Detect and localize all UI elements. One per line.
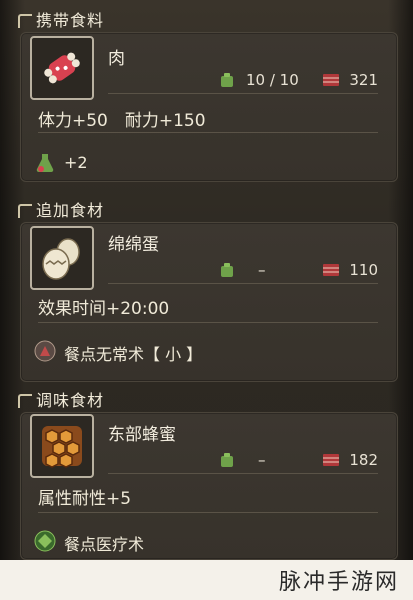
effect-divider [38,322,378,323]
bag-icon [221,453,233,467]
skill-text: 餐点无常术【 小 】 [64,345,203,364]
item-name: 绵绵蛋 [108,235,159,255]
carry-quantity: – [258,451,266,469]
effect-text: 体力+50 耐力+150 [38,111,206,131]
watermark-text: 脉冲手游网 [278,570,399,595]
stat-underline [108,473,378,474]
section-seasoning: 调味食材 东部蜂蜜 – 182 属性耐性+5 餐点医疗术 [14,388,398,560]
section-title: 携带食料 [14,8,398,34]
green-flask-icon [36,154,54,173]
storage-count: 182 [349,451,378,469]
effect-divider [38,512,378,513]
watermark-bar: 脉冲手游网 [0,560,413,600]
skill-text: +2 [64,153,88,172]
stat-underline [108,93,378,94]
honeycomb-icon [42,426,82,468]
carry-quantity: 10 / 10 [246,71,299,89]
meat-icon-frame[interactable] [30,36,94,100]
section-title: 调味食材 [14,388,398,414]
section-carry-food: 携带食料 肉 10 / 10 321 体力+50 耐力+150 +2 [14,8,398,188]
item-name: 东部蜂蜜 [108,425,176,445]
skill-text: 餐点医疗术 [64,535,145,554]
storage-count: 110 [349,261,378,279]
carry-quantity: – [258,261,266,279]
meat-icon [44,52,80,84]
bag-icon [221,263,233,277]
item-stats: – 182 [108,450,378,474]
item-name: 肉 [108,49,125,69]
effect-text: 效果时间+20:00 [38,299,170,319]
section-extra-ingredient: 追加食材 绵绵蛋 – 110 效果时间+20:00 餐点无常术【 小 】 [14,198,398,388]
red-badge-icon [34,340,56,362]
green-diamond-icon [34,530,56,552]
bag-icon [221,73,233,87]
item-stats: – 110 [108,260,378,284]
effect-divider [38,132,378,133]
section-title: 追加食材 [14,198,398,224]
stat-underline [108,283,378,284]
effect-text: 属性耐性+5 [38,489,132,509]
item-stats: 10 / 10 321 [108,70,378,94]
honey-icon-frame[interactable] [30,414,94,478]
egg-icon-frame[interactable] [30,226,94,290]
egg-icon [42,238,80,280]
storage-count: 321 [349,71,378,89]
